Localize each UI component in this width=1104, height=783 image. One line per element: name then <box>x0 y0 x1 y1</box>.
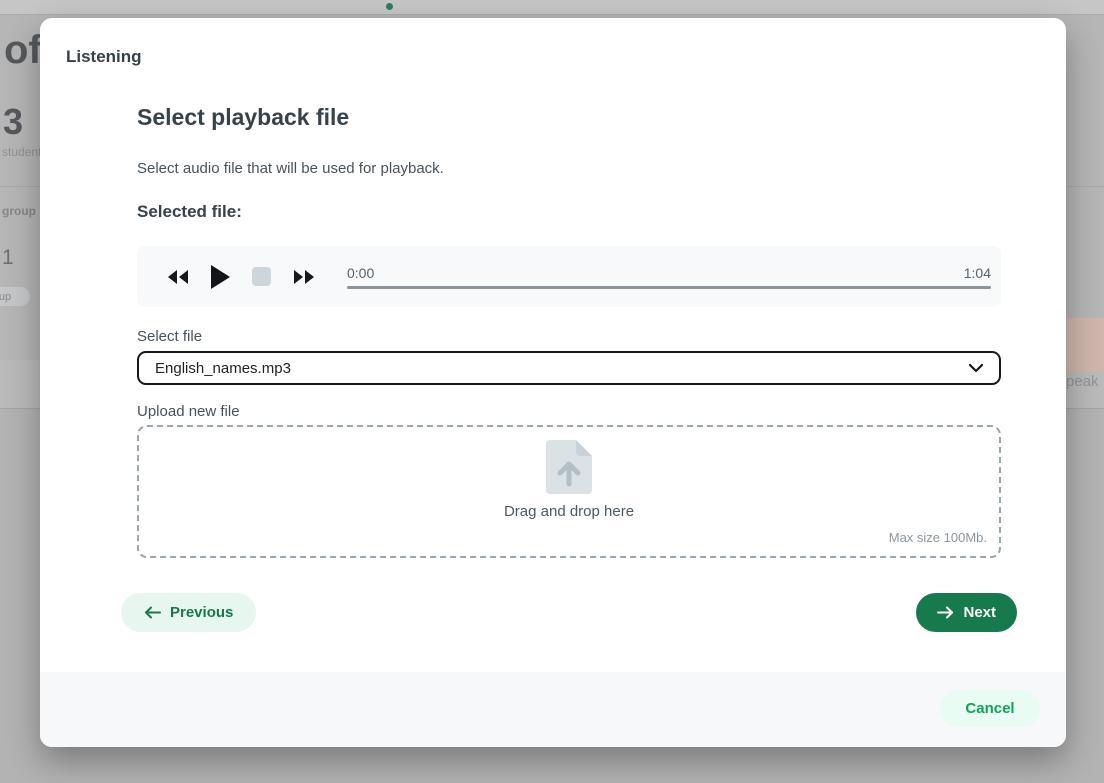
fast-forward-button[interactable] <box>289 266 318 288</box>
play-icon <box>211 265 230 289</box>
seek-area: 0:00 1:04 <box>347 265 991 289</box>
step-heading: Select playback file <box>137 104 349 131</box>
screen: of 3 student group 1 up peak Listening S… <box>0 0 1104 783</box>
duration: 1:04 <box>964 265 991 281</box>
stepper-dot-icon <box>386 3 393 10</box>
play-button[interactable] <box>207 261 234 293</box>
modal-title: Listening <box>66 47 142 67</box>
rewind-icon <box>168 270 189 284</box>
stat-number-fragment: 3 <box>3 101 23 143</box>
select-file-label: Select file <box>137 328 202 345</box>
chevron-down-icon <box>969 364 983 373</box>
page-color-band <box>1066 318 1104 372</box>
fast-forward-icon <box>293 270 314 284</box>
audio-player: 0:00 1:04 <box>137 246 1001 307</box>
arrow-left-icon <box>144 606 161 619</box>
cancel-button[interactable]: Cancel <box>940 690 1040 727</box>
file-upload-icon <box>546 440 592 494</box>
seek-bar[interactable] <box>347 286 991 289</box>
file-select[interactable]: English_names.mp3 <box>137 351 1001 385</box>
upload-new-file-label: Upload new file <box>137 403 240 420</box>
group-value-fragment: 1 <box>2 246 14 270</box>
next-button[interactable]: Next <box>916 593 1017 632</box>
stat-label-fragment: student <box>2 145 41 159</box>
page-heading-fragment: of <box>4 28 42 73</box>
max-size-note: Max size 100Mb. <box>889 530 987 545</box>
arrow-right-icon <box>937 606 954 619</box>
dropzone-text: Drag and drop here <box>504 503 634 520</box>
listening-modal: Listening Select playback file Select au… <box>40 18 1066 747</box>
rewind-button[interactable] <box>164 266 193 288</box>
cancel-button-label: Cancel <box>965 700 1014 717</box>
upload-dropzone[interactable]: Drag and drop here Max size 100Mb. <box>137 425 1001 558</box>
group-badge-fragment: up <box>0 287 30 306</box>
previous-button-label: Previous <box>170 604 233 621</box>
stop-button[interactable] <box>248 263 275 290</box>
modal-footer: Cancel <box>40 672 1066 747</box>
group-label-fragment: group <box>2 204 36 218</box>
selected-file-label: Selected file: <box>137 202 242 222</box>
step-description: Select audio file that will be used for … <box>137 160 444 177</box>
next-button-label: Next <box>963 604 996 621</box>
file-select-value: English_names.mp3 <box>155 360 291 377</box>
tab-speak-fragment: peak <box>1066 373 1099 390</box>
previous-button[interactable]: Previous <box>121 593 256 632</box>
current-time: 0:00 <box>347 265 374 281</box>
page-top-bar <box>0 0 1104 15</box>
stop-icon <box>252 267 271 286</box>
